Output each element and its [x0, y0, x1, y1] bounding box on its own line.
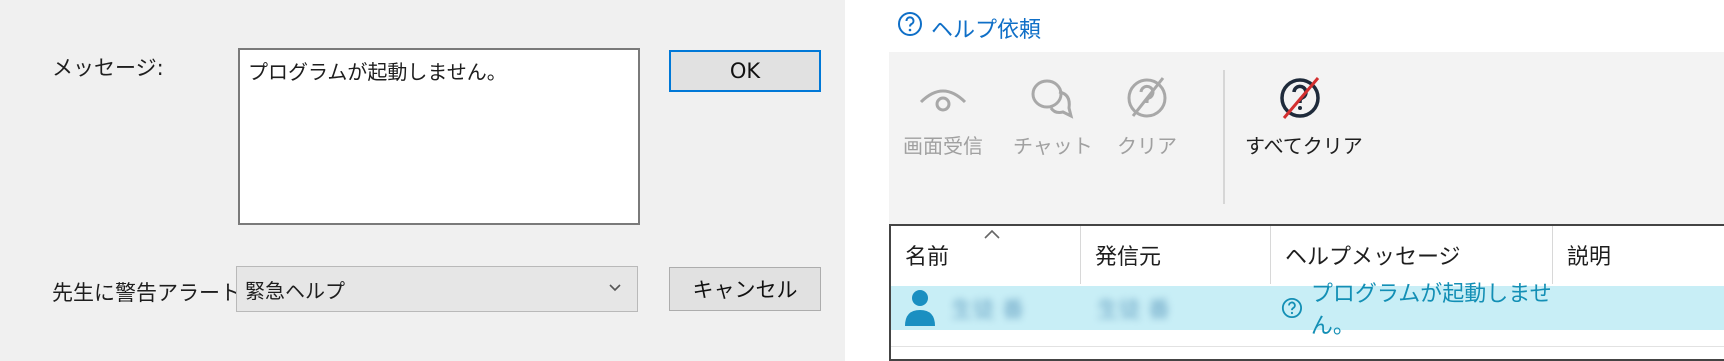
clear-all-icon [1280, 77, 1320, 119]
user-icon [905, 290, 935, 326]
help-request-panel: ヘルプ依頼 画面受信 チャット クリア すべてクリア 名前 発信元 ヘルプメッセ… [889, 0, 1724, 361]
ok-button-label: OK [729, 59, 761, 83]
chat-button[interactable]: チャット [1013, 70, 1093, 159]
clear-all-label: すべてクリア [1245, 134, 1363, 158]
row-divider [891, 346, 1724, 347]
receive-screen-label: 画面受信 [903, 134, 983, 158]
help-circle-icon [1281, 297, 1303, 319]
chat-icon [1031, 79, 1074, 119]
alert-select[interactable]: 緊急ヘルプ [236, 266, 638, 312]
panel-title: ヘルプ依頼 [931, 18, 1042, 43]
message-label: メッセージ: [52, 56, 164, 80]
alert-select-value: 緊急ヘルプ [245, 278, 345, 303]
chevron-down-icon [609, 284, 621, 292]
sort-ascending-icon [984, 229, 1000, 239]
clear-label: クリア [1117, 134, 1177, 158]
help-request-dialog: メッセージ: プログラムが起動しません。 OK 先生に警告アラート: 緊急ヘルプ… [0, 0, 845, 361]
column-header-description[interactable]: 説明 [1553, 226, 1724, 284]
help-circle-icon [898, 12, 922, 36]
student-source: 生徒 番 [1097, 298, 1170, 323]
description-cell [1563, 286, 1723, 330]
cancel-button-label: キャンセル [692, 278, 798, 302]
help-request-list: 名前 発信元 ヘルプメッセージ 説明 生徒 番 生徒 番 プログラムが起動しませ… [889, 224, 1724, 361]
cancel-button[interactable]: キャンセル [669, 267, 821, 311]
toolbar: 画面受信 チャット クリア すべてクリア [889, 52, 1724, 224]
alert-label: 先生に警告アラート: [52, 281, 249, 305]
message-text: プログラムが起動しません。 [248, 60, 507, 84]
panel-titlebar: ヘルプ依頼 [889, 0, 1724, 52]
clear-icon [1127, 77, 1167, 118]
receive-screen-button[interactable]: 画面受信 [893, 70, 993, 159]
toolbar-separator [1223, 70, 1225, 204]
ok-button[interactable]: OK [669, 50, 821, 92]
help-message-text: プログラムが起動しません。 [1310, 282, 1552, 339]
column-header-name[interactable]: 名前 [891, 226, 1081, 284]
eye-icon [919, 89, 967, 112]
clear-button[interactable]: クリア [1109, 70, 1185, 159]
chat-label: チャット [1013, 134, 1093, 158]
user-icon-cell [903, 286, 943, 330]
student-name: 生徒 番 [951, 298, 1024, 323]
column-header-source[interactable]: 発信元 [1081, 226, 1271, 284]
table-row[interactable]: 生徒 番 生徒 番 プログラムが起動しません。 [891, 282, 1724, 339]
help-message-cell: プログラムが起動しません。 [1281, 282, 1571, 339]
clear-all-button[interactable]: すべてクリア [1245, 70, 1363, 159]
message-textarea[interactable]: プログラムが起動しません。 [238, 48, 640, 225]
